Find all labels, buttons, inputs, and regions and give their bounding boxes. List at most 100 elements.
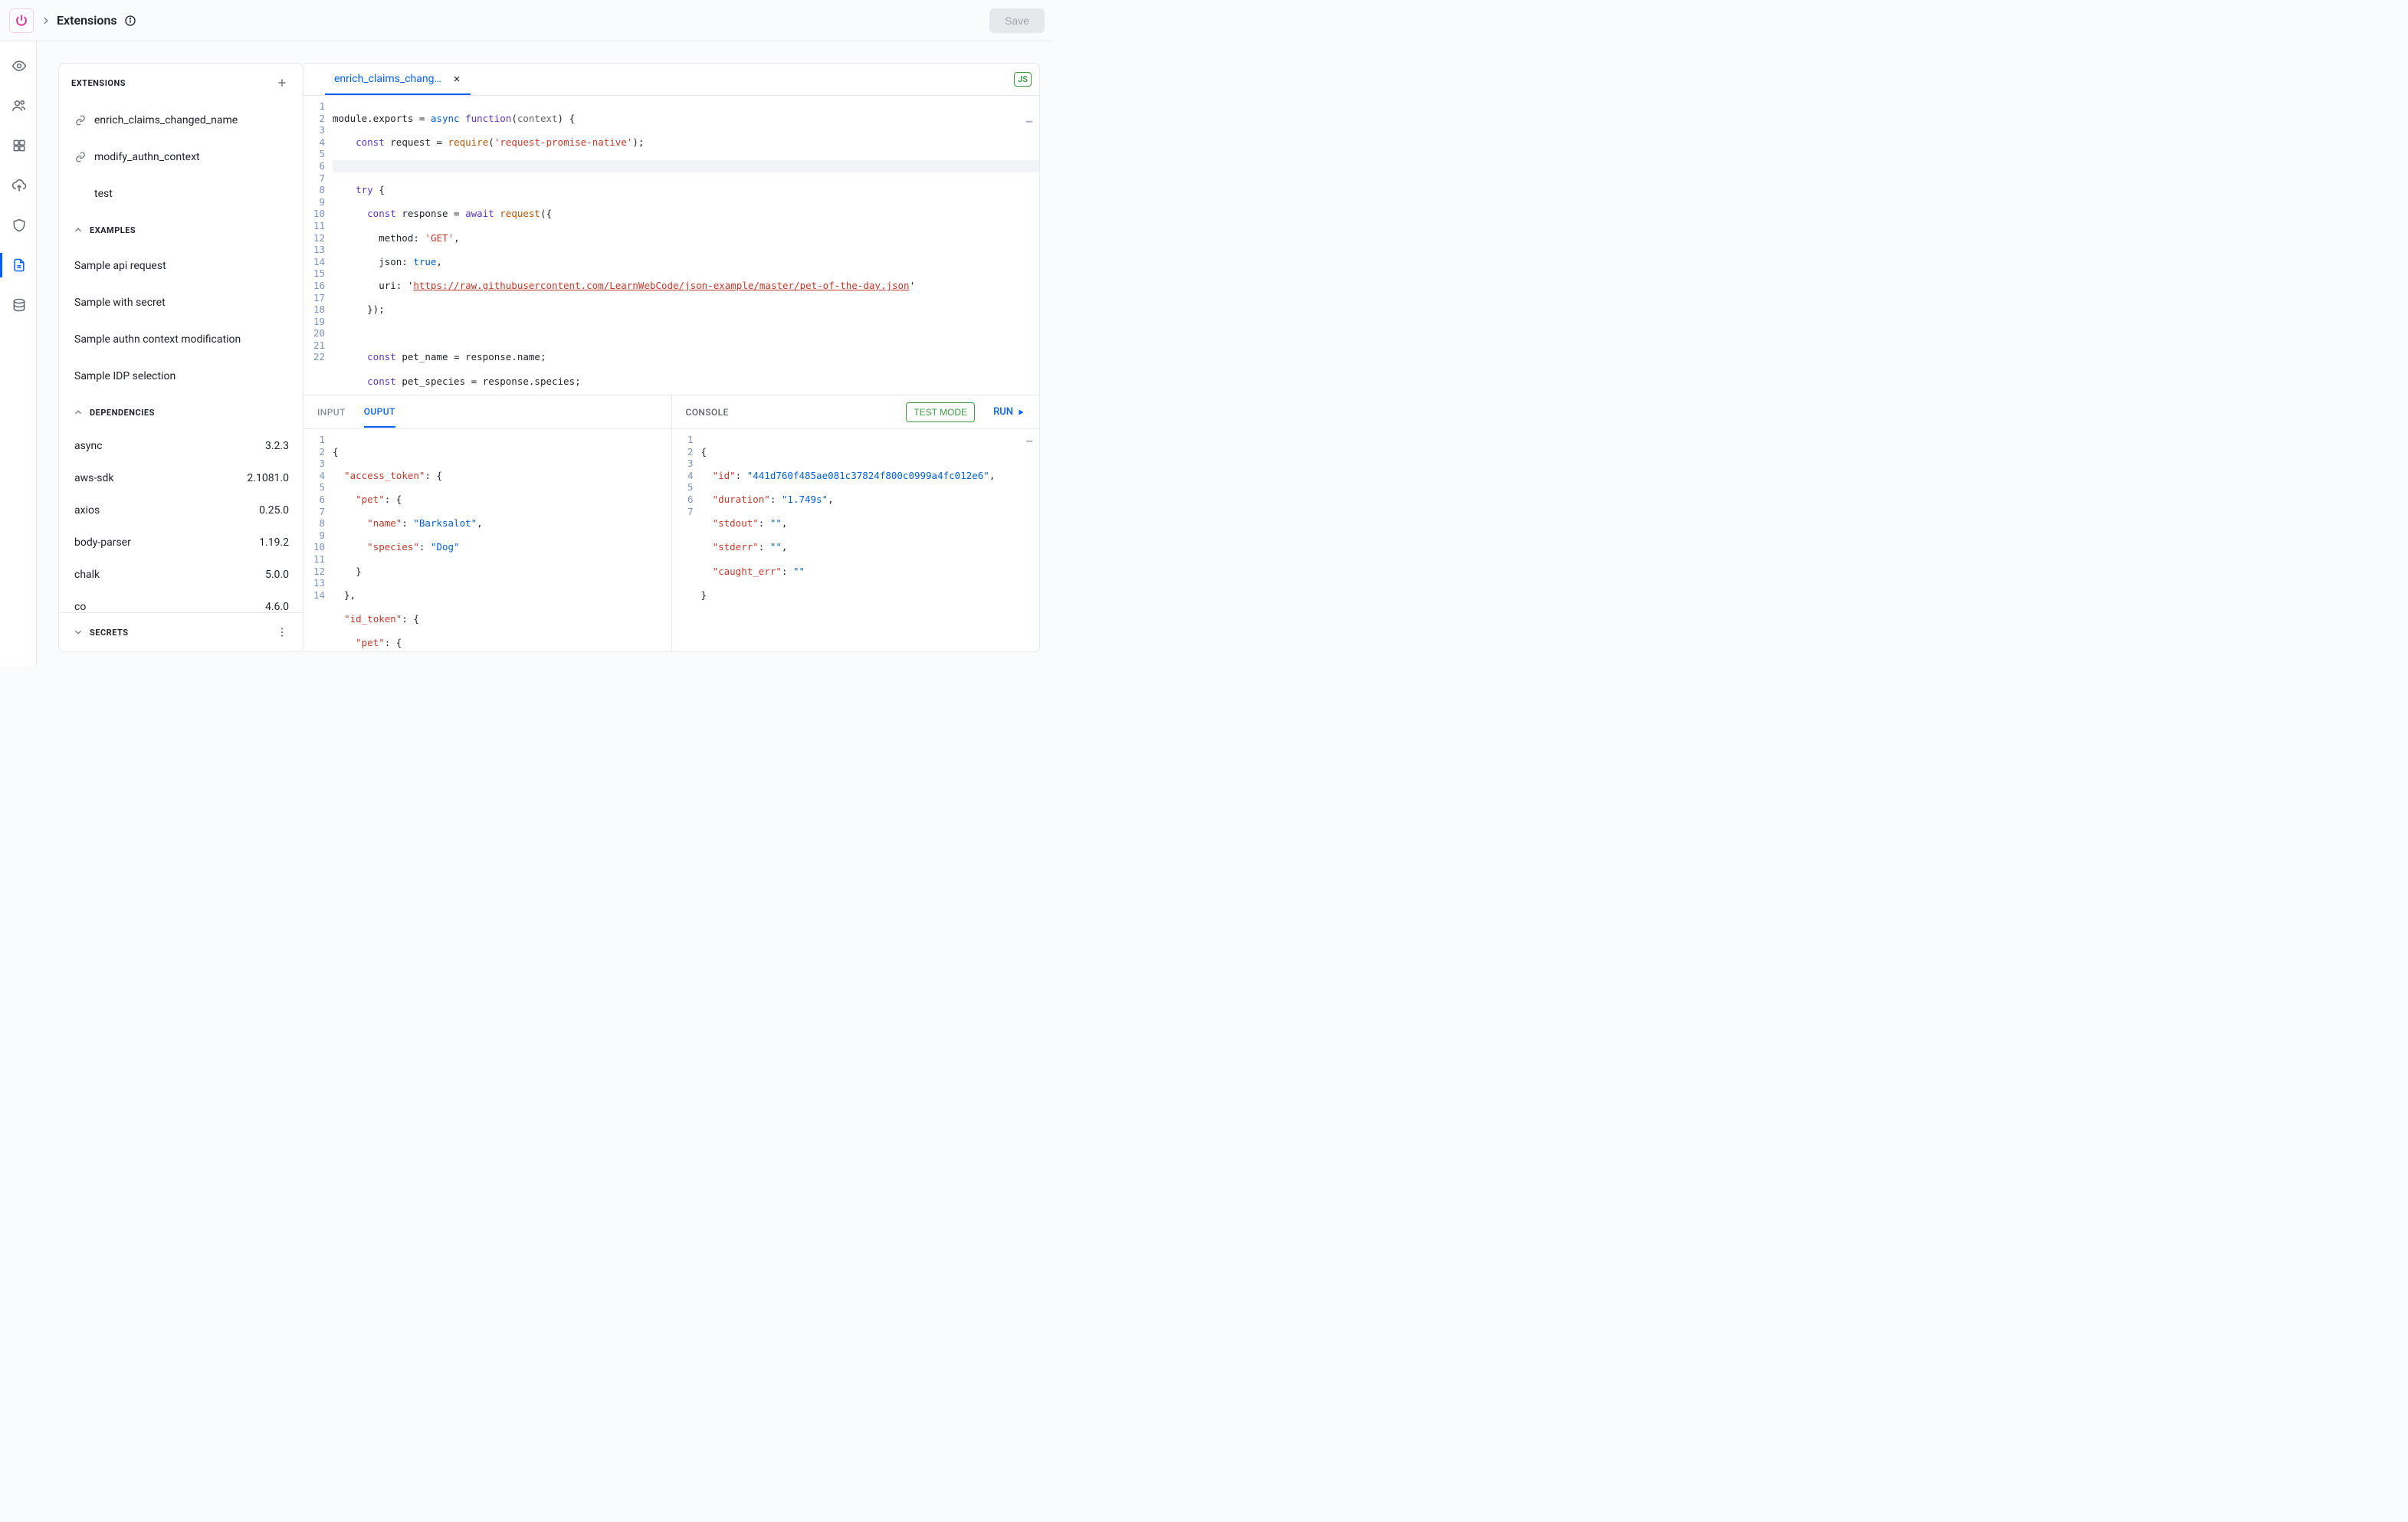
secrets-more-button[interactable]: [274, 624, 290, 641]
dependency-version: 3.2.3: [265, 440, 289, 452]
editor-tab-label: enrich_claims_changed_…: [334, 73, 443, 85]
examples-list: Sample api request Sample with secret Sa…: [59, 248, 303, 395]
dependency-list-item[interactable]: body-parser 1.19.2: [59, 526, 303, 559]
dependency-name: body-parser: [74, 536, 131, 549]
extension-item-label: test: [94, 188, 113, 200]
main-layout: EXTENSIONS enrich_claims_changed_name mo…: [0, 41, 1054, 666]
dependency-version: 5.0.0: [265, 569, 289, 581]
rail-item-security[interactable]: [0, 213, 37, 238]
example-list-item[interactable]: Sample authn context modification: [59, 321, 303, 358]
grid-icon: [11, 138, 27, 153]
code-editor-pane[interactable]: – 12345678910111213141516171819202122 mo…: [303, 96, 1039, 395]
side-panel: EXTENSIONS enrich_claims_changed_name mo…: [58, 63, 303, 652]
chevron-up-icon: [71, 405, 85, 419]
language-badge: JS: [1014, 72, 1032, 87]
extensions-header-label: EXTENSIONS: [71, 78, 126, 88]
example-item-label: Sample api request: [74, 260, 166, 272]
secrets-header-label: SECRETS: [90, 628, 129, 638]
output-code-pane[interactable]: 1234567891011121314 { "access_token": { …: [303, 429, 671, 651]
output-column: INPUT OUPUT 1234567891011121314 { "acces…: [303, 395, 671, 651]
console-code-pane[interactable]: – 1234567 { "id": "441d760f485ae081c3782…: [672, 429, 1040, 651]
fold-minus-icon[interactable]: –: [1025, 434, 1033, 448]
eye-icon: [11, 58, 27, 74]
chevron-down-icon: [71, 625, 85, 639]
extension-list-item[interactable]: test: [59, 175, 303, 212]
code-literal: 'GET': [425, 232, 454, 244]
dependency-version: 1.19.2: [259, 536, 289, 549]
file-code-icon: [11, 257, 27, 273]
fold-minus-icon[interactable]: –: [1025, 114, 1033, 129]
workspace: EXTENSIONS enrich_claims_changed_name mo…: [37, 41, 1054, 666]
editor-area: enrich_claims_changed_… JS – 12345678910…: [303, 63, 1040, 652]
dependencies-header-label: DEPENDENCIES: [90, 408, 155, 418]
console-code-body: { "id": "441d760f485ae081c37824f800c0999…: [701, 429, 1040, 630]
rail-item-users[interactable]: [0, 93, 37, 118]
dependency-list-item[interactable]: axios 0.25.0: [59, 494, 303, 526]
dependency-list-item[interactable]: co4.6.0: [59, 591, 303, 612]
extensions-list: enrich_claims_changed_name modify_authn_…: [59, 102, 303, 212]
extension-list-item[interactable]: modify_authn_context: [59, 139, 303, 175]
example-item-label: Sample authn context modification: [74, 333, 241, 346]
users-icon: [11, 98, 27, 113]
example-list-item[interactable]: Sample with secret: [59, 284, 303, 321]
extensions-header: EXTENSIONS: [59, 64, 303, 102]
play-icon: [1016, 408, 1025, 417]
example-list-item[interactable]: Sample IDP selection: [59, 358, 303, 395]
extension-item-label: modify_authn_context: [94, 151, 200, 163]
line-gutter: 1234567891011121314: [303, 429, 333, 651]
dependency-name: async: [74, 440, 103, 452]
close-icon[interactable]: [452, 74, 461, 84]
top-bar: Extensions Save: [0, 0, 1054, 41]
dependency-list-item[interactable]: aws-sdk 2.1081.0: [59, 462, 303, 494]
bottom-split: INPUT OUPUT 1234567891011121314 { "acces…: [303, 395, 1039, 651]
examples-header[interactable]: EXAMPLES: [59, 212, 303, 248]
save-button[interactable]: Save: [989, 8, 1045, 33]
plus-icon: [276, 77, 288, 89]
editor-tab-bar: enrich_claims_changed_… JS: [303, 64, 1039, 96]
dependency-list-item[interactable]: async 3.2.3: [59, 430, 303, 462]
more-vertical-icon: [276, 626, 288, 638]
dependency-list-item[interactable]: chalk 5.0.0: [59, 559, 303, 591]
example-item-label: Sample with secret: [74, 297, 166, 309]
dependency-version: 2.1081.0: [247, 472, 289, 484]
console-tab-header: CONSOLE TEST MODE RUN: [672, 395, 1040, 429]
editor-tab[interactable]: enrich_claims_changed_…: [325, 64, 471, 95]
code-literal: 'request-promise-native': [494, 136, 633, 148]
output-code-body: { "access_token": { "pet": { "name": "Ba…: [333, 429, 671, 651]
rail-item-apps[interactable]: [0, 133, 37, 158]
rail-item-preview[interactable]: [0, 54, 37, 78]
tab-output[interactable]: OUPUT: [364, 397, 395, 428]
nav-rail: [0, 41, 37, 666]
rail-item-data[interactable]: [0, 293, 37, 317]
dependency-version: 0.25.0: [259, 504, 289, 517]
power-logo-button[interactable]: [9, 8, 34, 33]
test-mode-button[interactable]: TEST MODE: [906, 402, 975, 422]
dependencies-list: async 3.2.3 aws-sdk 2.1081.0 axios 0.25.0 b…: [59, 430, 303, 612]
chevron-right-icon: [38, 13, 54, 28]
add-extension-button[interactable]: [274, 74, 290, 91]
line-gutter: 12345678910111213141516171819202122: [303, 96, 333, 395]
extension-list-item[interactable]: enrich_claims_changed_name: [59, 102, 303, 139]
dependency-name: aws-sdk: [74, 472, 113, 484]
code-body[interactable]: module.exports = async function(context)…: [333, 96, 1039, 395]
example-list-item[interactable]: Sample api request: [59, 248, 303, 284]
cloud-upload-icon: [11, 178, 27, 193]
tab-console[interactable]: CONSOLE: [686, 398, 729, 427]
examples-header-label: EXAMPLES: [90, 225, 136, 235]
line-gutter: 1234567: [672, 429, 701, 630]
info-icon[interactable]: [123, 14, 137, 28]
tab-input[interactable]: INPUT: [317, 398, 346, 427]
secrets-header[interactable]: SECRETS: [59, 612, 303, 651]
rail-item-extensions[interactable]: [0, 253, 37, 277]
code-url: https://raw.githubusercontent.com/LearnW…: [413, 280, 909, 291]
dependency-name: co: [74, 601, 86, 612]
chevron-up-icon: [71, 223, 85, 237]
rail-item-deploy[interactable]: [0, 173, 37, 198]
dependency-name: axios: [74, 504, 100, 517]
link-icon: [74, 151, 87, 163]
link-icon: [74, 114, 87, 126]
run-button-label: RUN: [993, 406, 1013, 418]
run-button[interactable]: RUN: [993, 406, 1025, 418]
dependency-name: chalk: [74, 569, 100, 581]
dependencies-header[interactable]: DEPENDENCIES: [59, 395, 303, 430]
